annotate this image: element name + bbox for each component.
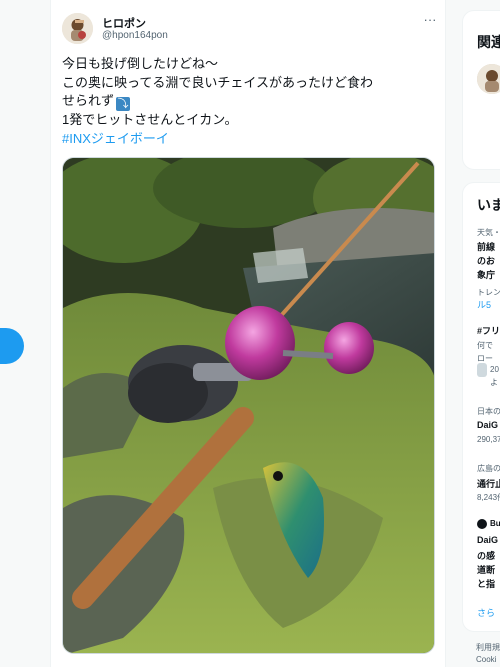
- display-name[interactable]: ヒロポン: [102, 15, 146, 31]
- tweet-line: 今日も投げ倒したけどね〜: [62, 56, 219, 71]
- tweet-line: この奥に映ってる淵で良いチェイスがあったけど食わ: [62, 74, 373, 90]
- trend-item-title[interactable]: 通行止: [477, 477, 500, 490]
- trend-item-meta: 20: [490, 365, 499, 374]
- trend-thumbnail: [477, 363, 487, 377]
- related-avatar[interactable]: [477, 64, 500, 94]
- tweet-line: 1発でヒットさせんとイカン。: [62, 112, 238, 127]
- news-headline-line[interactable]: 道断: [477, 563, 495, 576]
- trend-item-meta: 天気・: [477, 228, 500, 237]
- trend-item-meta: 8,243件: [477, 493, 500, 502]
- more-icon[interactable]: ···: [421, 12, 439, 28]
- trend-item-meta: 広島の: [477, 464, 500, 473]
- user-handle[interactable]: @hpon164pon: [102, 30, 168, 41]
- trend-item-link[interactable]: ル5: [477, 298, 491, 311]
- trend-item-title[interactable]: 前線: [477, 240, 495, 253]
- right-sidebar: 関連 いま 天気・ 前線 のお 象庁 トレン ル5 #フリ 何で ロー 20 よ…: [462, 0, 500, 667]
- fishing-reel-photo: [63, 158, 434, 653]
- trend-item-title[interactable]: 象庁: [477, 268, 495, 281]
- trend-item-meta: 日本の: [477, 407, 500, 416]
- trend-item-title[interactable]: #フリ: [477, 324, 500, 337]
- related-avatar-image: [477, 64, 500, 94]
- trend-item-title[interactable]: のお: [477, 254, 495, 267]
- hashtag-link[interactable]: #INXジェイボーイ: [62, 130, 440, 149]
- avatar[interactable]: [62, 13, 93, 44]
- post-button[interactable]: [0, 328, 24, 364]
- related-heading: 関連: [477, 34, 500, 50]
- news-source-name[interactable]: Bu: [490, 519, 500, 528]
- news-headline-line[interactable]: と指: [477, 577, 495, 590]
- tweet-detail: ヒロポン @hpon164pon ··· 今日も投げ倒したけどね〜 この奥に映っ…: [50, 0, 446, 667]
- tweet-line: せられず ⤵: [62, 92, 440, 111]
- trend-item-title[interactable]: DaiG: [477, 420, 498, 430]
- related-card: 関連: [462, 10, 500, 170]
- news-headline-line[interactable]: の感: [477, 549, 495, 562]
- trend-item-meta: トレン: [477, 288, 500, 297]
- tweet-line-text: せられず: [62, 93, 115, 108]
- tweet-text: 今日も投げ倒したけどね〜 この奥に映ってる淵で良いチェイスがあったけど食わ せら…: [62, 55, 440, 148]
- trend-item-meta: 290,37: [477, 435, 500, 444]
- left-nav-column: [0, 0, 50, 667]
- trend-item-meta: 何で: [477, 341, 493, 350]
- show-more-link[interactable]: さら: [477, 606, 495, 619]
- news-headline-line[interactable]: DaiG: [477, 535, 498, 545]
- footer-terms-link[interactable]: 利用規: [476, 642, 500, 653]
- trends-card: いま 天気・ 前線 のお 象庁 トレン ル5 #フリ 何で ロー 20 よ 日本…: [462, 182, 500, 632]
- trends-heading: いま: [477, 197, 500, 213]
- trend-item-meta: よ: [490, 378, 498, 387]
- tweet-photo[interactable]: [62, 157, 435, 654]
- news-source-icon: [477, 519, 487, 529]
- avatar-image: [62, 13, 93, 44]
- arrow-down-emoji-icon: ⤵: [116, 97, 131, 111]
- footer-cookie-link[interactable]: Cooki: [476, 655, 496, 664]
